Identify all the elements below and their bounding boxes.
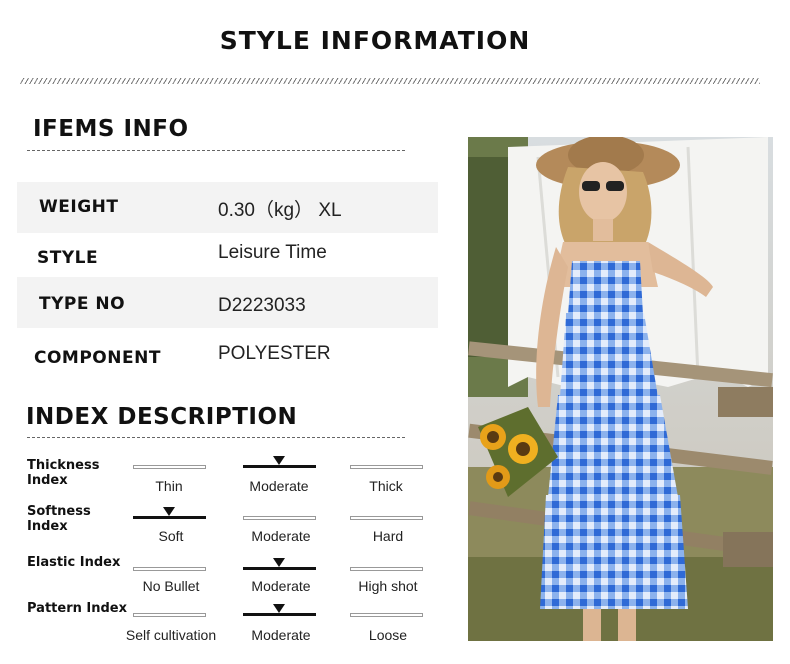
thickness-index-label: Thickness Index bbox=[27, 458, 100, 488]
index-description-title: INDEX DESCRIPTION bbox=[26, 404, 298, 430]
elastic-scale-bar bbox=[243, 567, 316, 570]
thickness-option: Thin bbox=[155, 478, 183, 494]
items-info-divider bbox=[27, 150, 405, 151]
page-title: STYLE INFORMATION bbox=[219, 26, 531, 55]
elastic-scale-bar bbox=[350, 567, 423, 571]
type-no-value: D2223033 bbox=[218, 295, 306, 316]
component-value: POLYESTER bbox=[218, 343, 331, 364]
elastic-index-label: Elastic Index bbox=[27, 555, 121, 570]
elastic-option: High shot bbox=[358, 578, 418, 594]
softness-index-label: Softness Index bbox=[27, 504, 91, 534]
thickness-scale-bar bbox=[243, 465, 316, 468]
weight-label: WEIGHT bbox=[39, 197, 119, 217]
softness-scale-bar bbox=[133, 516, 206, 519]
type-no-label: TYPE NO bbox=[39, 294, 126, 314]
softness-scale-bar bbox=[350, 516, 423, 520]
softness-scale-bar bbox=[243, 516, 316, 520]
softness-option: Moderate bbox=[251, 528, 311, 544]
elastic-scale-bar bbox=[133, 567, 206, 571]
pattern-selected-marker bbox=[273, 604, 285, 613]
pattern-option: Moderate bbox=[251, 627, 311, 643]
weight-value: 0.30（kg） XL bbox=[218, 200, 342, 221]
softness-selected-marker bbox=[163, 507, 175, 516]
product-photo bbox=[468, 137, 773, 641]
title-divider bbox=[20, 78, 760, 84]
thickness-option: Thick bbox=[369, 478, 403, 494]
pattern-scale-bar bbox=[350, 613, 423, 617]
index-description-divider bbox=[27, 437, 405, 438]
pattern-scale-bar bbox=[133, 613, 206, 617]
softness-option: Hard bbox=[372, 528, 404, 544]
thickness-option: Moderate bbox=[249, 478, 309, 494]
thickness-selected-marker bbox=[273, 456, 285, 465]
component-label: COMPONENT bbox=[34, 348, 161, 368]
pattern-option: Self cultivation bbox=[125, 627, 217, 643]
style-value: Leisure Time bbox=[218, 242, 327, 263]
elastic-option: Moderate bbox=[251, 578, 311, 594]
pattern-index-label: Pattern Index bbox=[27, 601, 127, 616]
pattern-scale-bar bbox=[243, 613, 316, 616]
elastic-option: No Bullet bbox=[142, 578, 200, 594]
style-label: STYLE bbox=[37, 248, 99, 268]
softness-option: Soft bbox=[158, 528, 184, 544]
elastic-selected-marker bbox=[273, 558, 285, 567]
thickness-scale-bar bbox=[350, 465, 423, 469]
pattern-option: Loose bbox=[368, 627, 408, 643]
items-info-title: IFEMS INFO bbox=[33, 116, 189, 142]
thickness-scale-bar bbox=[133, 465, 206, 469]
